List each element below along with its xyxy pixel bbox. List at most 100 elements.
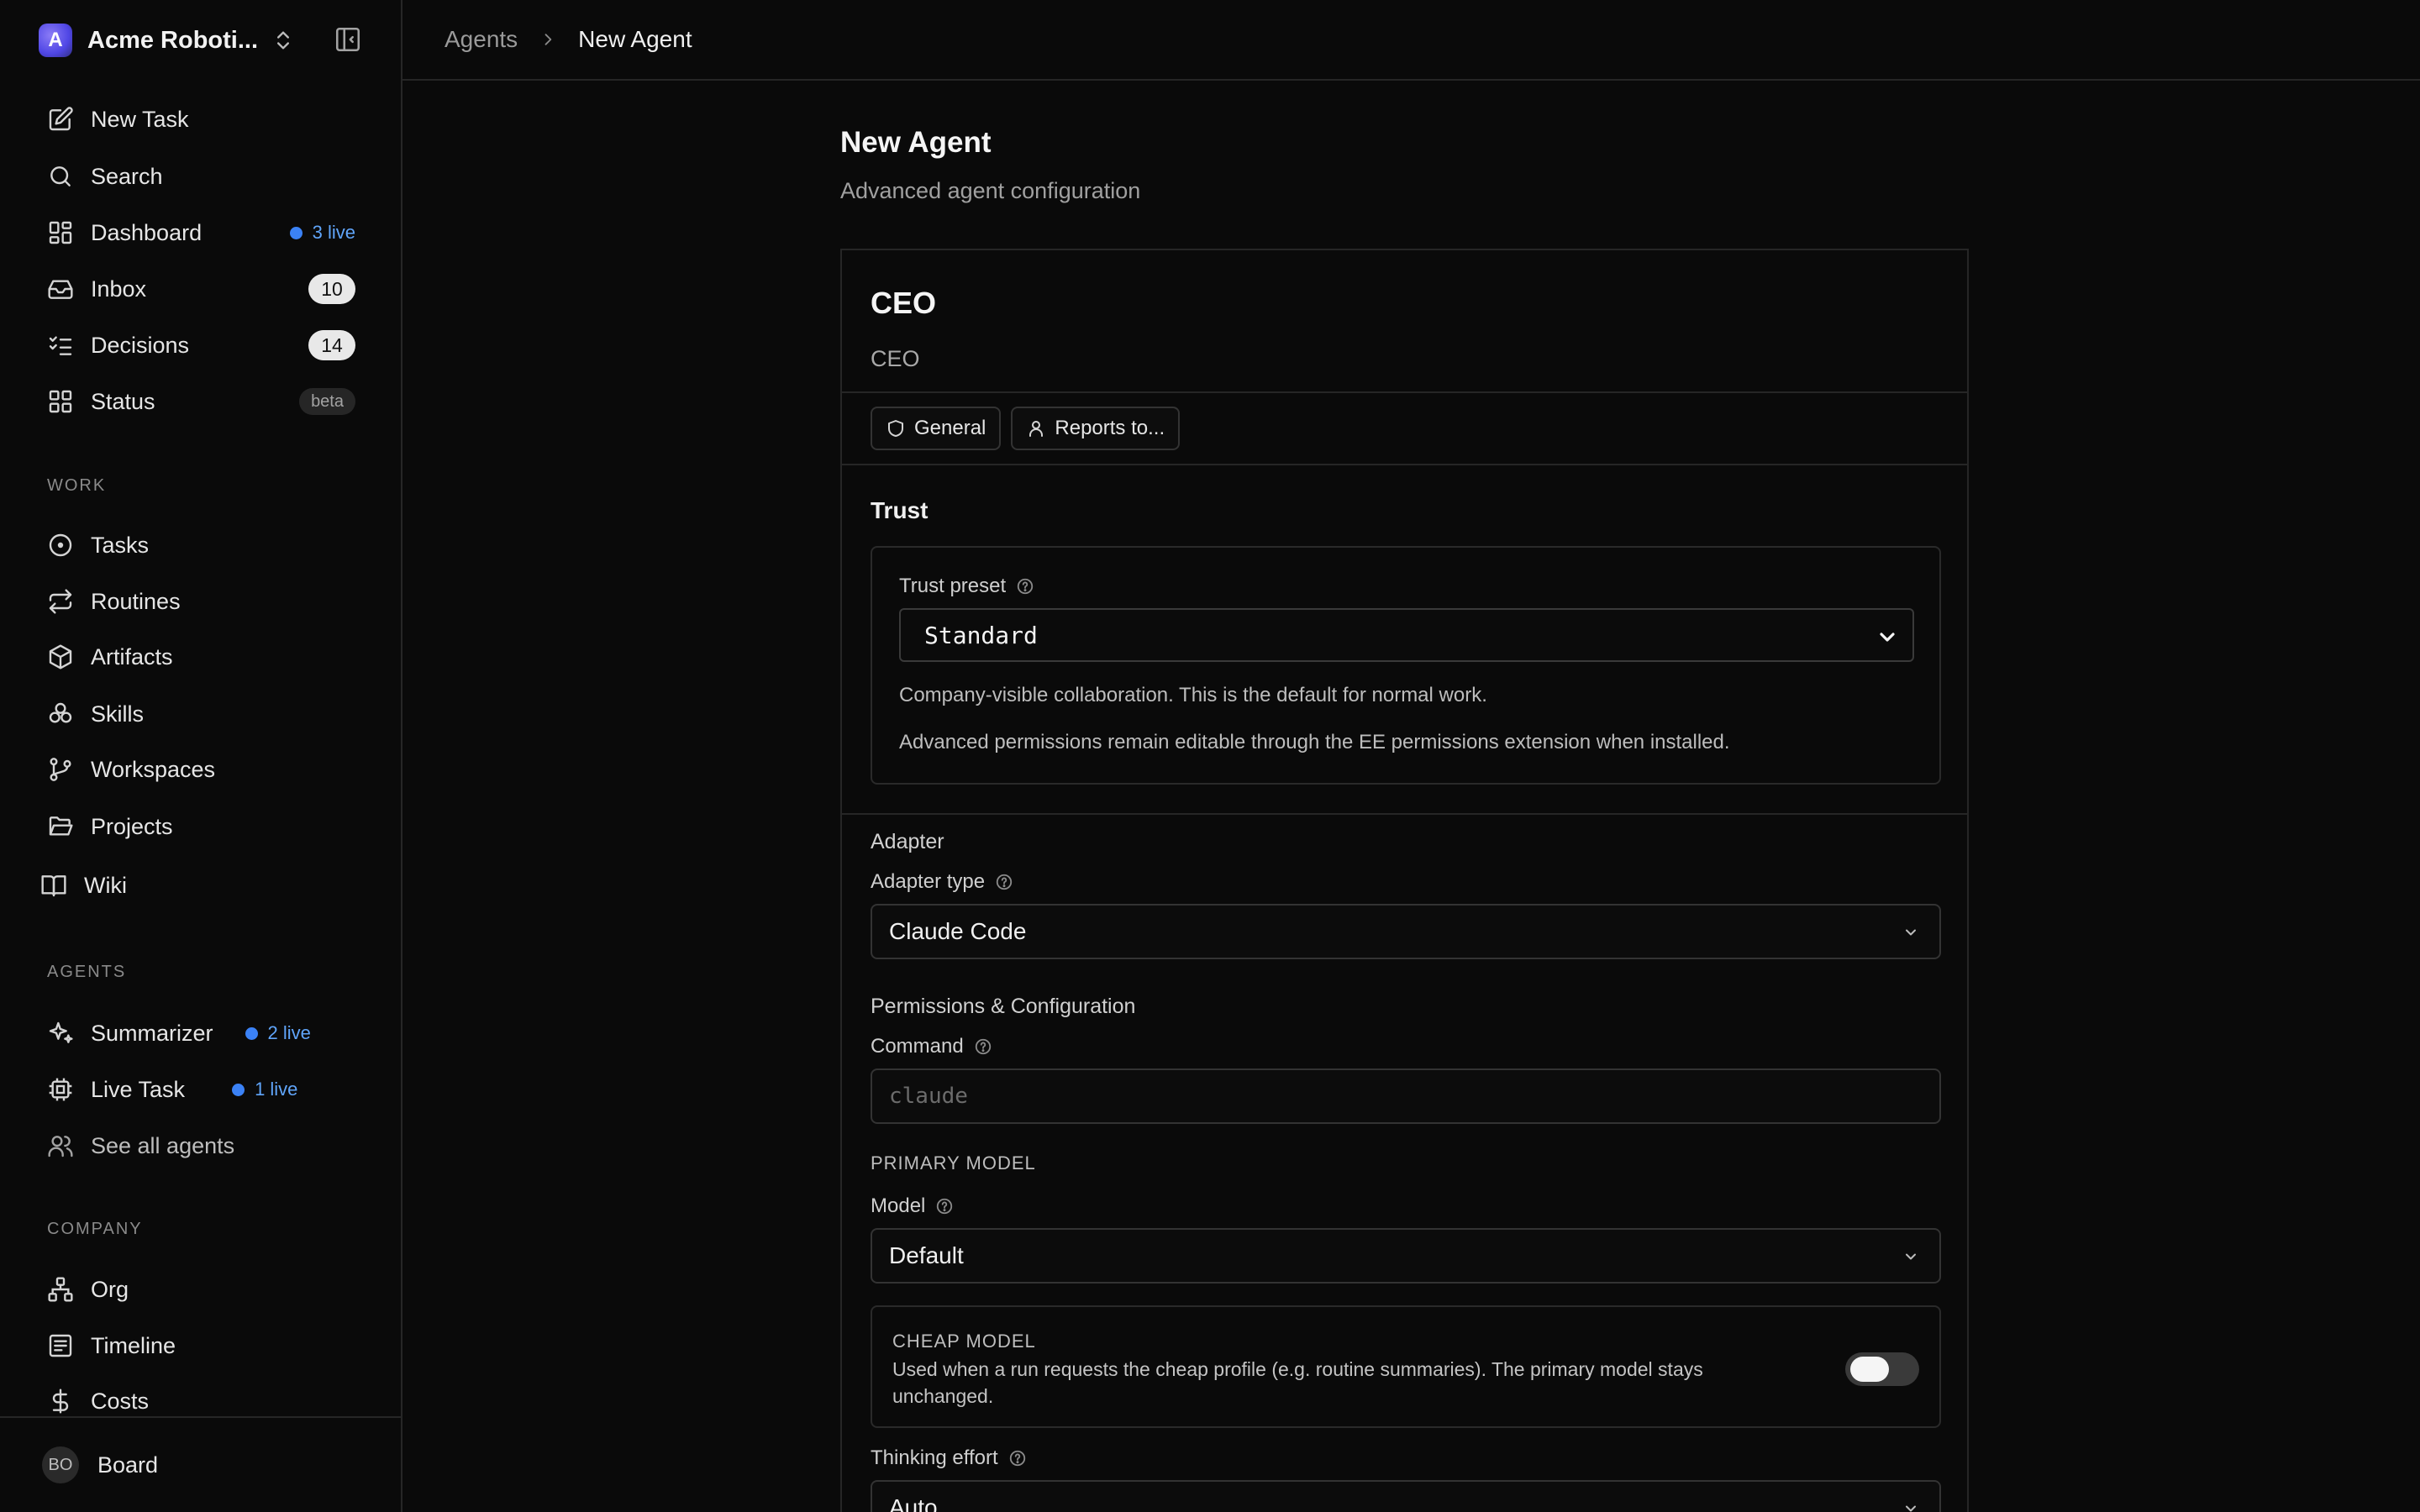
nav-wiki-label: Wiki [84, 872, 127, 898]
grid-icon [47, 388, 74, 415]
help-circle-icon[interactable] [1008, 1449, 1027, 1467]
users-icon [47, 1132, 74, 1159]
nav-routines[interactable]: Routines [47, 580, 355, 623]
pencil-square-icon [47, 106, 74, 133]
repeat-icon [47, 588, 74, 615]
trust-preset-select[interactable]: Standard [899, 608, 1914, 662]
nav-artifacts[interactable]: Artifacts [47, 635, 355, 679]
agent-title-field[interactable]: CEO [871, 346, 920, 372]
nav-tasks[interactable]: Tasks [47, 523, 355, 567]
sidebar: A Acme Roboti... New Task Search Dashboa… [0, 0, 402, 1512]
trust-preset-label-text: Trust preset [899, 575, 1007, 597]
adapter-type-select[interactable]: Claude Code [871, 904, 1941, 959]
nav-skills[interactable]: Skills [47, 692, 355, 736]
model-select[interactable]: Default [871, 1228, 1941, 1284]
breadcrumb-agents-link[interactable]: Agents [445, 26, 518, 53]
live-dot [232, 1083, 245, 1096]
nav-inbox[interactable]: Inbox 10 [47, 267, 355, 311]
toggle-knob [1850, 1357, 1889, 1382]
dashboard-live-indicator: 3 live [289, 222, 355, 244]
live-task-live-text: 1 live [255, 1079, 298, 1100]
sidebar-collapse-icon[interactable] [334, 25, 362, 54]
thinking-effort-select[interactable]: Auto [871, 1480, 1941, 1512]
chevron-down-icon [1906, 1505, 1916, 1512]
adapter-heading: Adapter [871, 830, 944, 853]
git-branch-icon [47, 756, 74, 783]
company-switcher[interactable]: A Acme Roboti... [39, 22, 362, 59]
company-name: Acme Roboti... [87, 26, 259, 54]
chevron-down-icon [1880, 633, 1895, 642]
user-menu[interactable]: BO Board [0, 1416, 401, 1512]
command-input[interactable]: claude [871, 1068, 1941, 1124]
help-circle-icon[interactable] [1016, 577, 1034, 596]
list-checks-icon [47, 332, 74, 359]
nav-see-all-agents[interactable]: See all agents [47, 1124, 355, 1168]
command-placeholder: claude [889, 1084, 968, 1109]
live-dot [245, 1026, 258, 1040]
nav-wiki[interactable]: Wiki [40, 864, 355, 907]
cheap-model-toggle[interactable] [1845, 1352, 1919, 1386]
cheap-model-description: Used when a run requests the cheap profi… [892, 1358, 1703, 1407]
thinking-effort-value: Auto [889, 1494, 938, 1512]
chevron-down-icon [1906, 1253, 1916, 1260]
section-label-agents: AGENTS [47, 963, 127, 981]
adapter-type-label-text: Adapter type [871, 870, 986, 893]
nav-new-task[interactable]: New Task [47, 97, 355, 141]
model-label: Model [871, 1194, 954, 1218]
trust-permissions-note: Advanced permissions remain editable thr… [899, 731, 1730, 753]
adapter-type-label: Adapter type [871, 870, 1013, 894]
breadcrumb: Agents New Agent [402, 0, 2420, 81]
folder-open-icon [47, 813, 74, 840]
nav-workspaces-label: Workspaces [91, 756, 216, 782]
nav-dashboard-label: Dashboard [91, 219, 203, 245]
nav-artifacts-label: Artifacts [91, 643, 173, 669]
nav-decisions-label: Decisions [91, 332, 190, 358]
nav-agent-summarizer[interactable]: Summarizer 2 live [47, 1011, 355, 1055]
cpu-icon [47, 1076, 74, 1103]
thinking-effort-label: Thinking effort [871, 1446, 1027, 1470]
search-icon [47, 163, 74, 190]
summarizer-live-text: 2 live [267, 1022, 311, 1043]
nav-projects[interactable]: Projects [47, 805, 355, 848]
nav-status[interactable]: Status beta [47, 380, 355, 423]
help-circle-icon[interactable] [935, 1197, 954, 1215]
nav-org[interactable]: Org [47, 1268, 355, 1311]
help-circle-icon[interactable] [995, 873, 1013, 891]
reports-to-label: Reports to... [1055, 417, 1165, 439]
user-name: Board [97, 1452, 159, 1478]
boxes-icon [47, 701, 74, 727]
chevron-up-down-icon [277, 31, 290, 50]
nav-agent-live-task[interactable]: Live Task 1 live [47, 1068, 355, 1111]
agent-name-field[interactable]: CEO [871, 286, 936, 321]
network-icon [47, 1276, 74, 1303]
nav-agent-summarizer-label: Summarizer [91, 1020, 213, 1046]
nav-agent-live-task-label: Live Task [91, 1076, 186, 1102]
general-role-button[interactable]: General [871, 407, 1002, 450]
trust-preset-value: Standard [924, 621, 1038, 649]
command-label-text: Command [871, 1035, 964, 1058]
dollar-icon [47, 1388, 74, 1415]
help-circle-icon[interactable] [974, 1037, 992, 1056]
nav-costs-label: Costs [91, 1388, 150, 1414]
cheap-model-box: CHEAP MODEL Used when a run requests the… [871, 1305, 1941, 1428]
nav-search[interactable]: Search [47, 155, 355, 198]
page-subtitle: Advanced agent configuration [840, 178, 1141, 203]
nav-timeline[interactable]: Timeline [47, 1324, 355, 1368]
timeline-icon [47, 1332, 74, 1359]
nav-workspaces[interactable]: Workspaces [47, 748, 355, 791]
nav-decisions[interactable]: Decisions 14 [47, 323, 355, 367]
reports-to-button[interactable]: Reports to... [1011, 407, 1181, 450]
nav-projects-label: Projects [91, 813, 173, 839]
nav-inbox-label: Inbox [91, 276, 147, 302]
trust-preset-label: Trust preset [899, 575, 1034, 598]
inbox-count-badge: 10 [308, 274, 355, 304]
user-icon [1029, 421, 1044, 437]
user-avatar: BO [42, 1446, 79, 1483]
trust-preset-box: Trust preset Standard Company-visible co… [871, 546, 1941, 785]
company-initial: A [48, 29, 63, 51]
nav-dashboard[interactable]: Dashboard 3 live [47, 211, 355, 255]
model-value: Default [889, 1242, 964, 1268]
chevron-right-icon [544, 34, 552, 45]
trust-heading: Trust [871, 497, 929, 523]
live-task-live-indicator: 1 live [232, 1079, 297, 1100]
